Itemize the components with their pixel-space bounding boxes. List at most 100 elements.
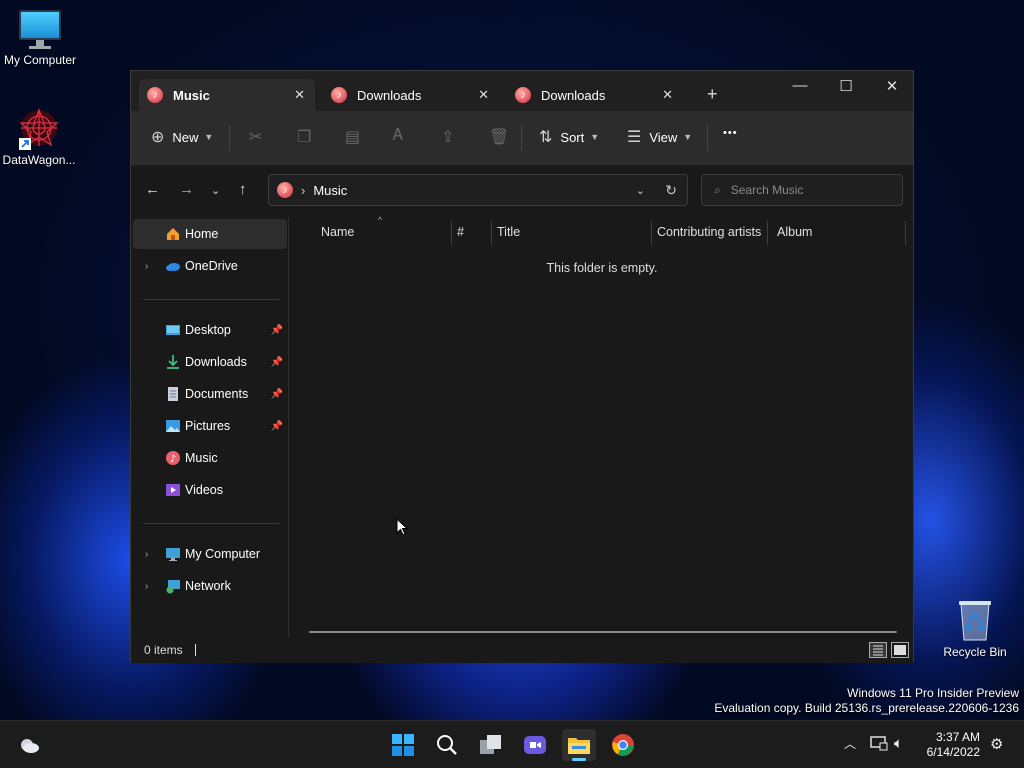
chevron-right-icon[interactable]: › [145, 261, 148, 272]
tab-downloads-1[interactable]: ♪ Downloads ✕ [323, 79, 499, 111]
sidebar-item-label: Downloads [185, 355, 247, 369]
new-tab-button[interactable]: + [707, 85, 718, 103]
notification-settings-icon[interactable]: ⚙ [990, 735, 1003, 753]
document-icon [165, 386, 181, 402]
search-box[interactable]: ⌕ [701, 174, 903, 206]
column-separator[interactable] [491, 221, 492, 245]
show-hidden-icons-chevron-icon[interactable]: ︿ [844, 735, 856, 752]
search-button[interactable] [430, 729, 464, 761]
breadcrumb-separator: › [301, 182, 306, 198]
sidebar-item-network[interactable]: › Network [133, 571, 287, 601]
sidebar-item-my-computer[interactable]: › My Computer [133, 539, 287, 569]
file-explorer-window: ♪ Music ✕ ♪ Downloads ✕ ♪ Downloads ✕ + … [130, 70, 915, 663]
refresh-icon[interactable]: ↻ [665, 182, 677, 199]
sort-ascending-icon: ^ [378, 215, 383, 225]
task-view-button[interactable] [474, 729, 508, 761]
network-status-icon[interactable] [870, 735, 888, 755]
close-window-button[interactable]: ✕ [869, 77, 915, 95]
close-icon[interactable]: ✕ [478, 87, 489, 103]
see-more-button[interactable]: ••• [723, 127, 738, 139]
chrome-button[interactable] [606, 729, 640, 761]
toolbar-separator [707, 125, 708, 151]
pictures-icon [165, 418, 181, 434]
column-separator[interactable] [451, 221, 452, 245]
view-button[interactable]: ☰ View ▼ [627, 127, 692, 147]
column-separator[interactable] [905, 221, 906, 245]
chevron-right-icon[interactable]: › [145, 581, 148, 592]
close-icon[interactable]: ✕ [662, 87, 673, 103]
address-bar[interactable]: ♪ › Music ⌄ ↻ [268, 174, 688, 206]
column-separator[interactable] [767, 221, 768, 245]
address-dropdown-icon[interactable]: ⌄ [636, 184, 645, 197]
sidebar-item-downloads[interactable]: Downloads 📌 [133, 347, 287, 377]
chevron-down-icon: ▼ [590, 132, 600, 142]
sidebar-item-home[interactable]: Home [133, 219, 287, 249]
forward-arrow-icon[interactable]: → [179, 181, 194, 198]
maximize-button[interactable]: ☐ [823, 77, 869, 95]
rename-icon[interactable]: Ꭺ [393, 127, 404, 145]
pin-icon: 📌 [270, 324, 283, 336]
copy-icon[interactable]: ❐ [297, 127, 311, 147]
sidebar-item-label: Documents [185, 387, 249, 401]
plus-circle-icon: ⊕ [151, 129, 165, 146]
desktop-icon-label: My Computer [3, 53, 77, 67]
desktop-icon-recycle-bin[interactable]: Recycle Bin [935, 598, 1015, 659]
file-list: ^ Name # Title Contributing artists Albu… [291, 215, 913, 637]
close-icon[interactable]: ✕ [294, 87, 305, 103]
home-icon [165, 226, 181, 242]
sidebar-item-documents[interactable]: Documents 📌 [133, 379, 287, 409]
recycle-bin-icon [955, 598, 995, 642]
desktop-icon-datawagon[interactable]: DataWagon... [0, 106, 79, 167]
music-icon: ♪ [277, 182, 293, 198]
sidebar-item-videos[interactable]: Videos [133, 475, 287, 505]
tab-downloads-2[interactable]: ♪ Downloads ✕ [507, 79, 683, 111]
new-button[interactable]: ⊕ New ▼ [151, 127, 213, 147]
share-icon[interactable]: ⇪ [441, 127, 454, 147]
tiles-view-icon [894, 645, 906, 655]
sidebar-item-onedrive[interactable]: › OneDrive [133, 251, 287, 281]
column-header-name[interactable]: Name [321, 225, 354, 239]
column-separator[interactable] [651, 221, 652, 245]
tiles-view-button[interactable] [891, 642, 909, 658]
download-icon [165, 354, 181, 370]
widgets-button[interactable] [12, 729, 46, 761]
system-clock[interactable]: 3:37 AM 6/14/2022 [927, 730, 980, 760]
tab-music[interactable]: ♪ Music ✕ [139, 79, 315, 111]
volume-icon[interactable]: 🔈︎ [894, 735, 903, 752]
search-icon [437, 735, 457, 755]
sidebar-item-label: Pictures [185, 419, 231, 433]
up-arrow-icon[interactable]: ↑ [239, 181, 247, 198]
details-view-button[interactable] [869, 642, 887, 658]
tab-label: Downloads [541, 87, 606, 103]
search-input[interactable] [730, 183, 881, 197]
sidebar-item-music[interactable]: ♪ Music [133, 443, 287, 473]
paste-icon[interactable]: ▤ [345, 127, 360, 147]
sort-button[interactable]: ⇅ Sort ▼ [539, 127, 599, 147]
cut-icon[interactable]: ✂ [249, 127, 262, 147]
breadcrumb-music[interactable]: Music [313, 183, 347, 198]
horizontal-scrollbar[interactable] [309, 631, 897, 633]
cloud-icon [165, 258, 181, 274]
sidebar-item-label: Home [185, 227, 219, 241]
recent-locations-chevron-icon[interactable]: ⌄ [211, 184, 220, 197]
start-button[interactable] [386, 729, 420, 761]
column-header-title[interactable]: Title [497, 225, 520, 239]
weather-icon [21, 739, 39, 753]
chat-icon [524, 736, 546, 754]
column-header-contributing-artists[interactable]: Contributing artists [657, 225, 761, 239]
back-arrow-icon[interactable]: ← [145, 181, 160, 198]
file-explorer-button[interactable] [562, 729, 596, 761]
sidebar-item-desktop[interactable]: Desktop 📌 [133, 315, 287, 345]
chevron-right-icon[interactable]: › [145, 549, 148, 560]
status-bar: 0 items [131, 637, 913, 663]
column-header-album[interactable]: Album [777, 225, 812, 239]
minimize-button[interactable]: — [777, 77, 823, 94]
sidebar-item-pictures[interactable]: Pictures 📌 [133, 411, 287, 441]
view-label: View [649, 129, 678, 145]
desktop-icon-my-computer[interactable]: My Computer [0, 10, 80, 67]
active-app-indicator [572, 758, 586, 761]
chat-button[interactable] [518, 729, 552, 761]
chevron-down-icon: ▼ [204, 132, 214, 142]
column-header-number[interactable]: # [457, 225, 464, 239]
delete-icon[interactable]: 🗑 [489, 127, 509, 147]
